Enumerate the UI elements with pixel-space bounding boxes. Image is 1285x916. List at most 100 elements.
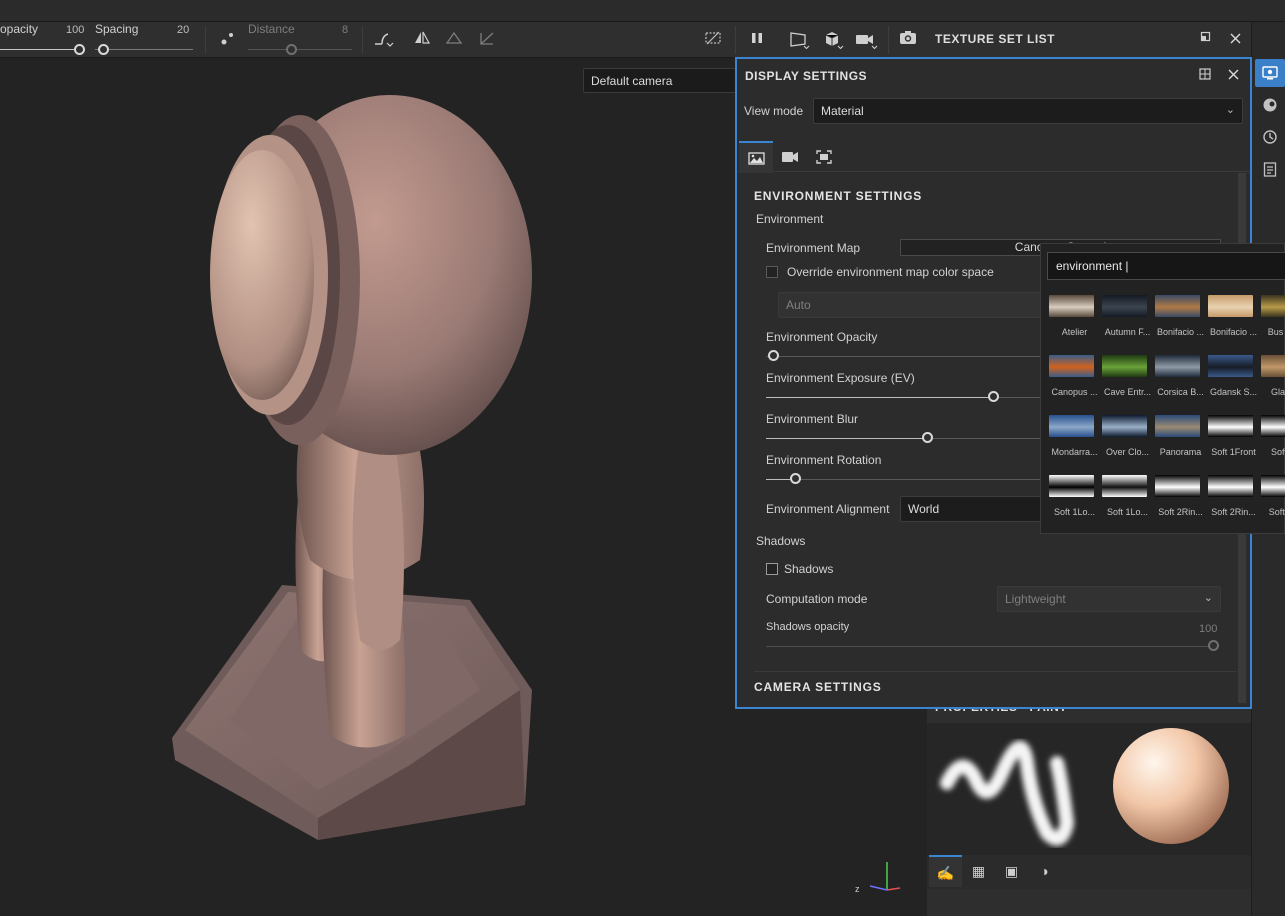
environment-blur-knob[interactable]: [922, 432, 933, 443]
display-settings-title: DISPLAY SETTINGS: [745, 69, 868, 83]
pressure-curve-icon[interactable]: [371, 30, 395, 53]
distance-label: Distance: [248, 22, 295, 36]
environment-item[interactable]: Soft 2Rin...: [1154, 475, 1207, 531]
environment-thumbnail: [1049, 295, 1094, 317]
mirror-icon[interactable]: [443, 30, 465, 51]
environment-item[interactable]: Soft 1Lo...: [1101, 475, 1154, 531]
opacity-slider-knob[interactable]: [74, 44, 85, 55]
environment-opacity-knob[interactable]: [768, 350, 779, 361]
tab-environment[interactable]: [739, 141, 773, 173]
computation-mode-select[interactable]: Lightweight ⌄: [997, 586, 1221, 612]
environment-exposure-knob[interactable]: [988, 391, 999, 402]
environment-item[interactable]: Bus Ga...: [1260, 295, 1285, 351]
shadows-opacity-track[interactable]: [766, 646, 1214, 647]
environment-search-value: environment |: [1056, 259, 1129, 273]
environment-item[interactable]: Soft 2Rin...: [1207, 475, 1260, 531]
hide-icon[interactable]: [702, 30, 724, 51]
spacing-slider-knob[interactable]: [98, 44, 109, 55]
properties-paint-panel: PROPERTIES - PAINT ✍ ▦ ▣ ◑: [927, 700, 1251, 916]
camera-select[interactable]: Default camera: [583, 68, 743, 93]
environment-search-input[interactable]: environment |: [1047, 252, 1285, 280]
environment-item-label: Soft 1Lo...: [1053, 507, 1096, 517]
pause-icon[interactable]: [746, 30, 768, 50]
environment-thumbnail: [1208, 295, 1253, 317]
view-mode-select[interactable]: Material ⌄: [813, 98, 1243, 124]
tab-viewer[interactable]: [807, 141, 841, 173]
environment-thumbnail: [1155, 475, 1200, 497]
pressure-icon[interactable]: [218, 30, 238, 51]
brush-tab-icon[interactable]: ✍: [929, 855, 962, 887]
chevron-down-icon: ⌄: [1225, 104, 1235, 116]
environment-item[interactable]: Corsica B...: [1154, 355, 1207, 411]
override-color-space-checkbox[interactable]: [766, 266, 778, 278]
environment-exposure-label: Environment Exposure (EV): [766, 371, 915, 385]
environment-item-label: Gdansk S...: [1209, 387, 1258, 397]
environment-thumbnail: [1208, 355, 1253, 377]
environment-item[interactable]: Mondarra...: [1048, 415, 1101, 471]
opacity-value[interactable]: 100: [66, 24, 84, 36]
log-icon[interactable]: [1255, 155, 1285, 183]
environment-item[interactable]: Soft 4T...: [1260, 475, 1285, 531]
close-icon[interactable]: [1225, 29, 1245, 49]
distance-value[interactable]: 8: [342, 24, 348, 36]
environment-alignment-label: Environment Alignment: [766, 502, 890, 516]
environment-thumbnail: [1155, 355, 1200, 377]
cube-icon[interactable]: [822, 30, 846, 55]
dock-icon[interactable]: [1195, 65, 1215, 85]
environment-rotation-knob[interactable]: [790, 473, 801, 484]
camera-icon[interactable]: [854, 30, 880, 55]
spacing-value[interactable]: 20: [177, 24, 189, 36]
opacity-slider-track[interactable]: [0, 49, 80, 50]
environment-item[interactable]: Atelier: [1048, 295, 1101, 351]
environment-thumbnail: [1261, 475, 1285, 497]
environment-item[interactable]: Glaze...: [1260, 355, 1285, 411]
environment-thumbnail: [1155, 295, 1200, 317]
shadows-opacity-label: Shadows opacity: [766, 621, 850, 633]
environment-settings-heading: ENVIRONMENT SETTINGS: [754, 189, 923, 203]
environment-item[interactable]: Cave Entr...: [1101, 355, 1154, 411]
environment-item[interactable]: Canopus ...: [1048, 355, 1101, 411]
shadows-group-label: Shadows: [756, 534, 806, 548]
divider: [754, 671, 1236, 672]
properties-tabs: ✍ ▦ ▣ ◑: [927, 855, 1251, 889]
maximize-icon[interactable]: [1195, 29, 1215, 49]
distance-slider-track[interactable]: [248, 49, 352, 50]
environment-item[interactable]: Panorama: [1154, 415, 1207, 471]
environment-map-label: Environment Map: [766, 241, 861, 255]
environment-item[interactable]: Soft 1Front: [1207, 415, 1260, 471]
environment-item-label: Soft 1Lo...: [1106, 507, 1149, 517]
tab-camera[interactable]: [773, 141, 807, 173]
environment-item[interactable]: Soft 1Lo...: [1048, 475, 1101, 531]
shader-settings-icon[interactable]: [1255, 91, 1285, 119]
shadows-opacity-knob[interactable]: [1208, 640, 1219, 651]
shadows-checkbox[interactable]: [766, 563, 778, 575]
environment-item[interactable]: Soft 1...: [1260, 415, 1285, 471]
environment-item[interactable]: Over Clo...: [1101, 415, 1154, 471]
environment-thumbnail: [1261, 415, 1285, 437]
perspective-icon[interactable]: [788, 30, 812, 55]
alpha-tab-icon[interactable]: ▦: [962, 855, 995, 887]
display-settings-icon[interactable]: [1255, 59, 1285, 87]
environment-item[interactable]: Gdansk S...: [1207, 355, 1260, 411]
environment-rotation-label: Environment Rotation: [766, 453, 882, 467]
camera-select-value: Default camera: [591, 74, 673, 88]
toolbar-divider: [735, 26, 736, 54]
environment-item-label: Bonifacio ...: [1209, 327, 1258, 337]
close-icon[interactable]: [1223, 65, 1243, 85]
screenshot-icon[interactable]: [897, 30, 919, 51]
stencil-tab-icon[interactable]: ▣: [995, 855, 1028, 887]
transform-icon[interactable]: [476, 30, 498, 53]
environment-item[interactable]: Autumn F...: [1101, 295, 1154, 351]
history-icon[interactable]: [1255, 123, 1285, 151]
environment-thumbnail: [1049, 415, 1094, 437]
shadows-opacity-value[interactable]: 100: [1199, 623, 1217, 635]
spacing-slider-track[interactable]: [95, 49, 193, 50]
environment-item-label: Panorama: [1159, 447, 1202, 457]
material-tab-icon[interactable]: ◑: [1028, 855, 1061, 887]
distance-slider-knob[interactable]: [286, 44, 297, 55]
environment-item-label: Glaze...: [1270, 387, 1285, 397]
environment-item[interactable]: Bonifacio ...: [1207, 295, 1260, 351]
symmetry-icon[interactable]: [411, 30, 433, 51]
svg-text:z: z: [855, 884, 860, 894]
environment-item[interactable]: Bonifacio ...: [1154, 295, 1207, 351]
